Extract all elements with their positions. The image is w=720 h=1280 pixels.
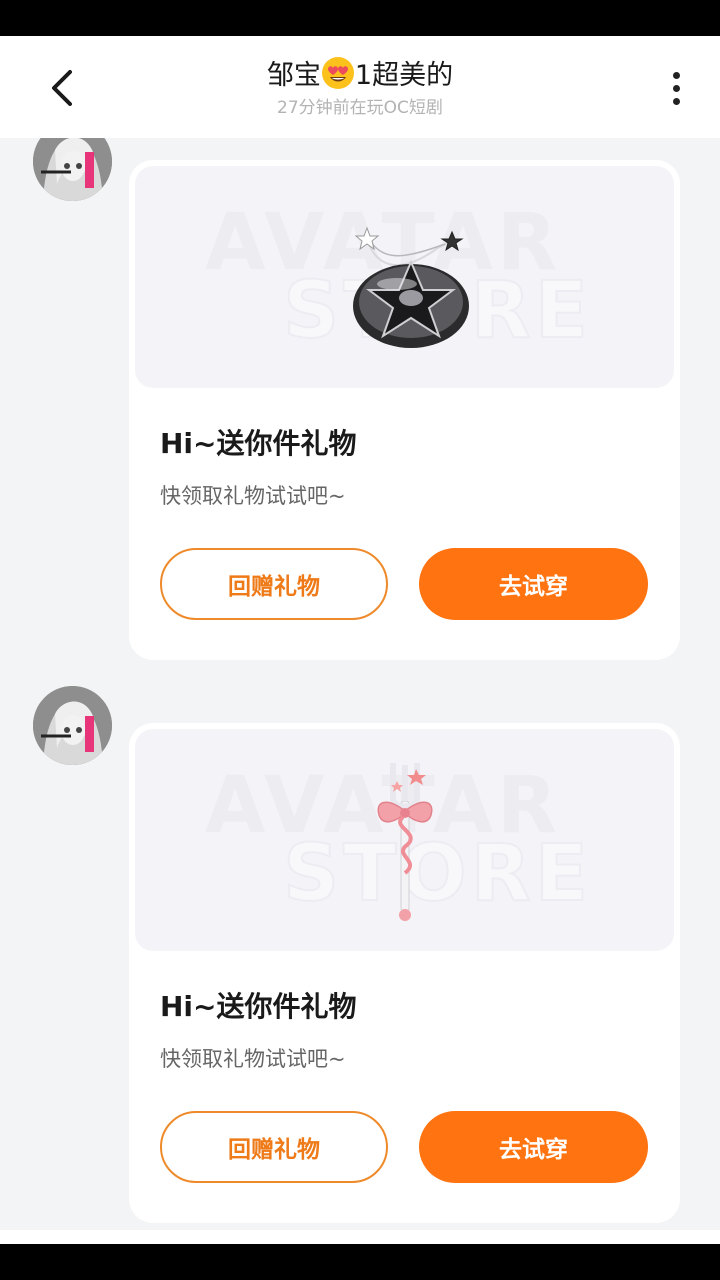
try-on-button[interactable]: 去试穿 xyxy=(419,1111,648,1183)
gift-preview: AVATAR STORE xyxy=(135,166,674,388)
gift-card: AVATAR STORE Hi~送你件礼物 快领取礼物试试吧~ 回赠礼物 去试穿 xyxy=(129,723,680,1223)
return-gift-button[interactable]: 回赠礼物 xyxy=(160,548,388,620)
sender-avatar[interactable] xyxy=(33,686,112,765)
star-disc-hair-clip-icon xyxy=(353,226,469,348)
heart-eyes-emoji-icon xyxy=(321,57,354,89)
sender-avatar[interactable] xyxy=(33,138,112,201)
title-name-suffix: 1超美的 xyxy=(354,60,454,91)
ribbon-fork-wand-icon xyxy=(377,763,433,921)
return-gift-button[interactable]: 回赠礼物 xyxy=(160,1111,388,1183)
system-nav-bar xyxy=(0,1244,720,1280)
more-dot-icon xyxy=(672,97,680,105)
try-on-button[interactable]: 去试穿 xyxy=(419,548,648,620)
gift-message-subtitle: 快领取礼物试试吧~ xyxy=(160,1047,346,1071)
title-block: 邹宝 1超美的 27分钟前在玩OC短剧 xyxy=(0,56,720,120)
gift-message-subtitle: 快领取礼物试试吧~ xyxy=(160,484,346,508)
chat-message-list[interactable]: AVATAR STORE Hi~送你件礼物 快领取礼物试试吧~ 回赠礼物 去试穿 xyxy=(0,138,720,1230)
page-title: 邹宝 1超美的 xyxy=(0,56,720,95)
input-bar-edge xyxy=(0,1230,720,1244)
more-dot-icon xyxy=(672,84,680,92)
gift-message-title: Hi~送你件礼物 xyxy=(160,427,357,460)
more-options-button[interactable] xyxy=(654,66,698,110)
chat-header: 邹宝 1超美的 27分钟前在玩OC短剧 xyxy=(0,36,720,138)
more-dot-icon xyxy=(672,71,680,79)
gift-card: AVATAR STORE Hi~送你件礼物 快领取礼物试试吧~ 回赠礼物 去试穿 xyxy=(129,160,680,660)
avatar-image xyxy=(33,138,112,201)
status-bar xyxy=(0,0,720,36)
gift-preview: AVATAR STORE xyxy=(135,729,674,951)
avatar-image xyxy=(33,686,112,765)
gift-message-title: Hi~送你件礼物 xyxy=(160,990,357,1023)
last-active-status: 27分钟前在玩OC短剧 xyxy=(277,98,443,118)
title-name-prefix: 邹宝 xyxy=(266,60,321,91)
